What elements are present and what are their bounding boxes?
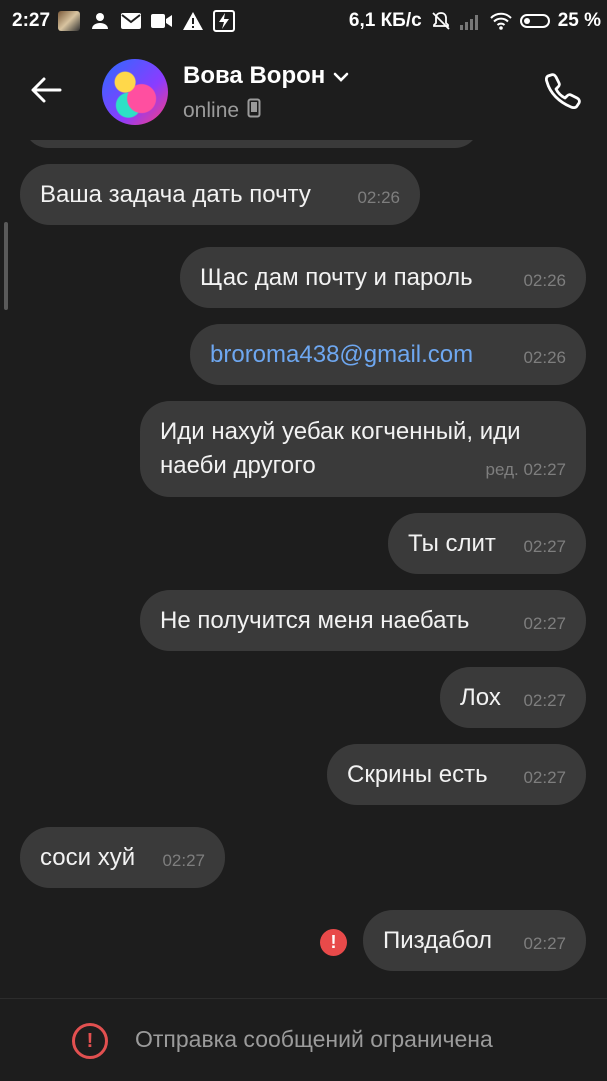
chat-header: Вова Ворон online	[0, 44, 607, 140]
message-text: Не получится меня наебать	[160, 607, 470, 634]
messaging-restricted-bar: ! Отправка сообщений ограничена	[0, 998, 607, 1081]
video-icon	[151, 10, 173, 32]
wifi-icon	[489, 10, 512, 32]
alert-circle-icon: !	[72, 1023, 108, 1059]
message-bubble-outgoing[interactable]: broroma438@gmail.com 02:26	[190, 324, 586, 385]
status-time: 2:27	[12, 10, 51, 31]
mail-icon	[120, 10, 142, 32]
restricted-text: Отправка сообщений ограничена	[135, 1026, 493, 1052]
message-bubble-partial	[24, 140, 479, 148]
message-bubble-outgoing[interactable]: Не получится меня наебать 02:27	[140, 590, 586, 651]
network-speed: 6,1 КБ/с	[348, 10, 422, 31]
message-bubble-outgoing[interactable]: Иди нахуй уебак когченный, иди наеби дру…	[140, 401, 586, 497]
flash-icon	[213, 10, 235, 32]
avatar[interactable]	[102, 59, 168, 125]
message-time: 02:27	[523, 537, 566, 556]
message-time: ред. 02:27	[485, 460, 566, 479]
status-left-icons	[58, 10, 235, 32]
contact-name-text: Вова Ворон	[183, 62, 326, 89]
message-bubble-outgoing[interactable]: Скрины есть 02:27	[327, 744, 586, 805]
message-time: 02:26	[357, 188, 400, 207]
chevron-down-icon	[333, 62, 349, 90]
scrollbar[interactable]	[4, 222, 8, 310]
battery-percent: 25 %	[557, 10, 601, 31]
back-arrow-icon[interactable]	[26, 70, 66, 110]
message-text: Ваша задача дать почту	[40, 181, 311, 208]
photo-thumbnail-icon	[58, 10, 80, 32]
mute-bell-icon	[430, 10, 452, 32]
person-icon	[89, 10, 111, 32]
message-bubble-outgoing[interactable]: Ты слит 02:27	[388, 513, 586, 574]
phone-call-icon[interactable]	[542, 70, 582, 110]
warning-icon	[182, 10, 204, 32]
contact-status-text: online	[183, 99, 240, 122]
message-time: 02:27	[523, 614, 566, 633]
message-bubble-incoming[interactable]: Ваша задача дать почту 02:26	[20, 164, 420, 225]
battery-icon	[519, 14, 550, 28]
message-list[interactable]: Ваша задача дать почту 02:26 Щас дам поч…	[0, 140, 607, 998]
message-time: 02:27	[162, 851, 205, 870]
email-link[interactable]: broroma438@gmail.com	[210, 338, 566, 372]
signal-icon	[459, 10, 482, 32]
message-bubble-outgoing[interactable]: Щас дам почту и пароль 02:26	[180, 247, 586, 308]
message-time: 02:27	[523, 691, 566, 710]
message-time: 02:26	[523, 348, 566, 367]
message-time: 02:26	[523, 271, 566, 290]
status-right: 6,1 КБ/с 25 %	[349, 10, 601, 32]
contact-name[interactable]: Вова Ворон	[183, 62, 349, 90]
message-bubble-outgoing[interactable]: Лох 02:27	[440, 667, 586, 728]
contact-status: online	[183, 98, 261, 124]
message-bubble-incoming[interactable]: соси хуй 02:27	[20, 827, 225, 888]
status-bar: 2:27 6,1 КБ/с 25 %	[0, 0, 607, 44]
message-text: Щас дам почту и пароль	[200, 264, 473, 291]
message-time: 02:27	[523, 768, 566, 787]
message-bubble-outgoing[interactable]: Пиздабол 02:27	[363, 910, 586, 971]
send-failed-icon[interactable]: !	[320, 929, 347, 956]
mobile-device-icon	[247, 98, 261, 124]
message-time: 02:27	[523, 934, 566, 953]
